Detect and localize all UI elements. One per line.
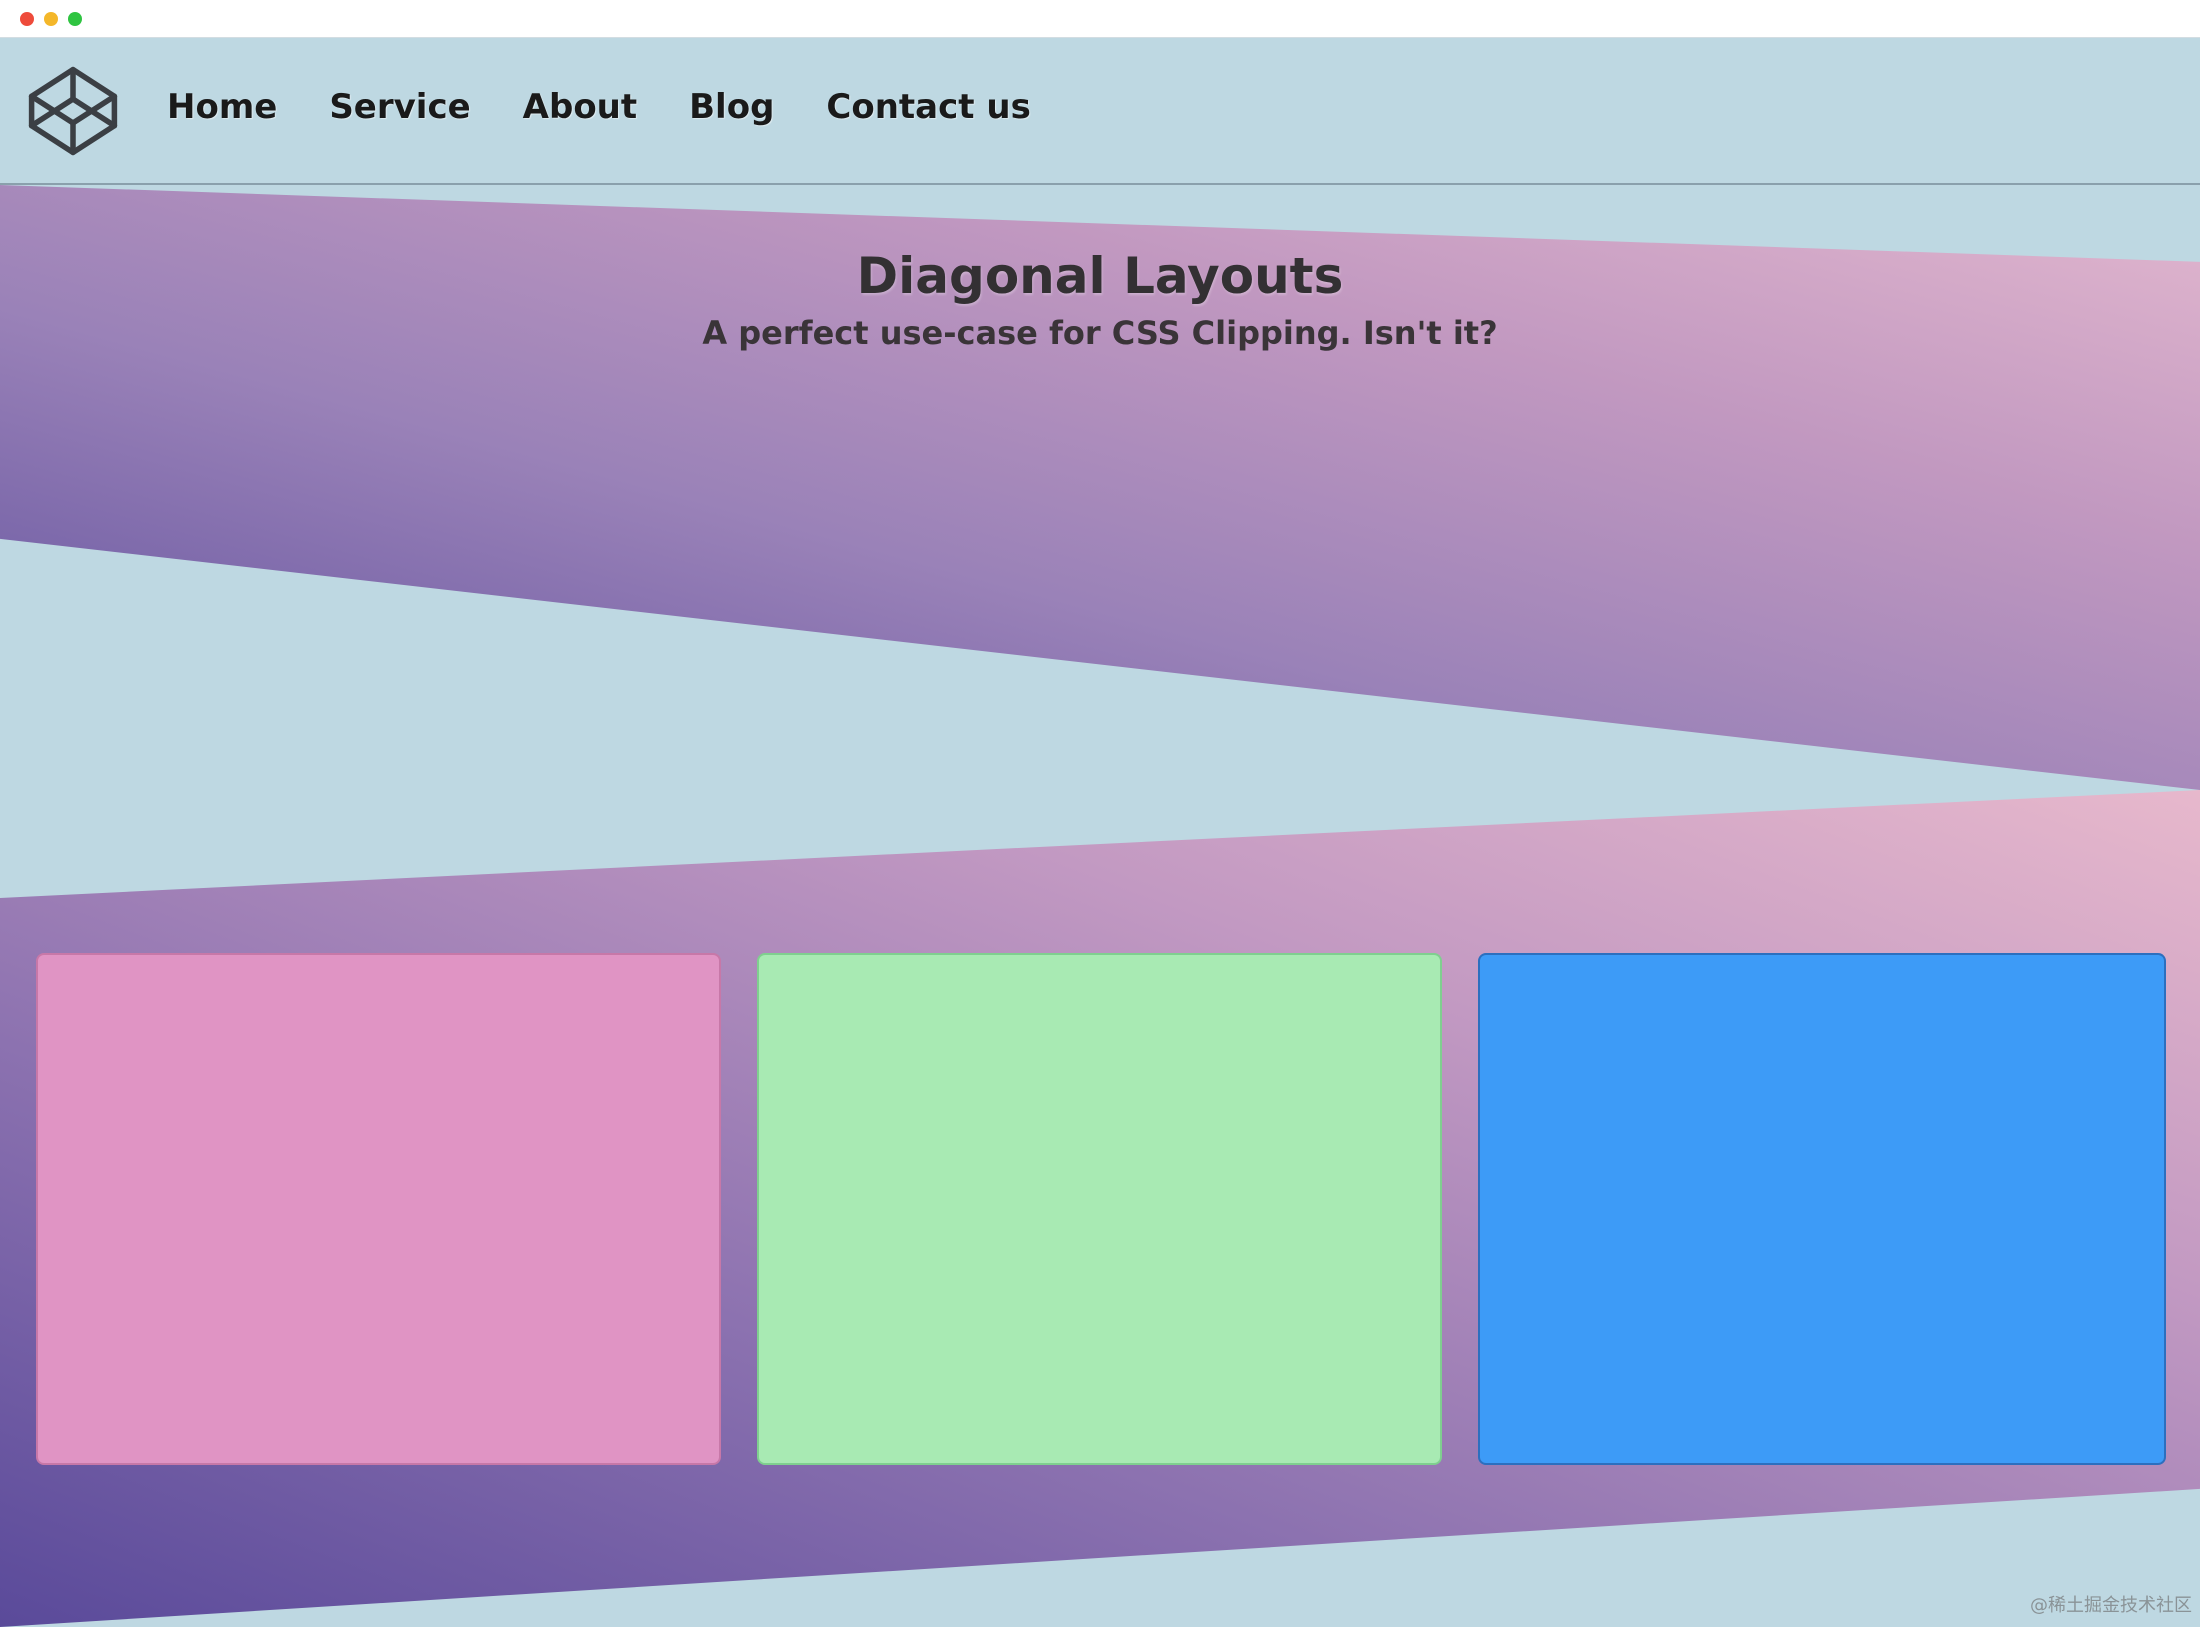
codepen-cube-icon[interactable] (27, 65, 119, 157)
browser-window: Home Service About Blog Contact us Diago… (0, 0, 2200, 1627)
nav-link-service[interactable]: Service (329, 82, 470, 132)
nav-link-home[interactable]: Home (167, 82, 277, 132)
nav-link-about[interactable]: About (523, 82, 637, 132)
nav-links: Home Service About Blog Contact us (167, 82, 1031, 132)
hero-subtitle: A perfect use-case for CSS Clipping. Isn… (702, 314, 1498, 352)
nav-link-contact-us[interactable]: Contact us (826, 82, 1030, 132)
hero-title: Diagonal Layouts (856, 247, 1344, 305)
window-titlebar (0, 0, 2200, 38)
minimize-window-button[interactable] (44, 12, 58, 26)
feature-card-green[interactable] (757, 953, 1442, 1465)
nav-link-blog[interactable]: Blog (689, 82, 774, 132)
close-window-button[interactable] (20, 12, 34, 26)
feature-card-pink[interactable] (36, 953, 721, 1465)
hero-text: Diagonal Layouts A perfect use-case for … (0, 245, 2200, 359)
feature-card-blue[interactable] (1478, 953, 2166, 1465)
watermark: @稀土掘金技术社区 (2030, 1595, 2192, 1616)
top-navbar: Home Service About Blog Contact us (0, 38, 2200, 185)
maximize-window-button[interactable] (68, 12, 82, 26)
